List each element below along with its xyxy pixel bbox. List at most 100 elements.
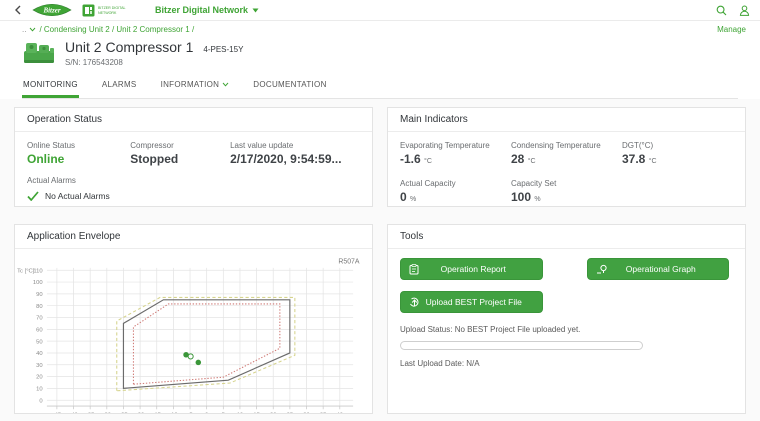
chevron-down-icon xyxy=(222,82,229,87)
field-online-status: Online Status Online xyxy=(27,141,130,166)
unit-model: 4-PES-15Y xyxy=(203,45,243,54)
chevron-down-icon xyxy=(252,8,259,13)
indicator-value: 28 xyxy=(511,152,524,166)
svg-text:40: 40 xyxy=(337,413,344,414)
panel-title: Application Envelope xyxy=(15,225,372,249)
main-indicators-panel: Main Indicators Evaporating Temperature … xyxy=(387,107,746,207)
svg-text:30: 30 xyxy=(303,413,310,414)
indicator-value: 0 xyxy=(400,190,407,204)
indicator-unit: % xyxy=(410,196,416,203)
compressor-value: Stopped xyxy=(130,152,230,166)
svg-text:25: 25 xyxy=(287,413,293,414)
svg-text:100: 100 xyxy=(33,280,43,286)
svg-text:0: 0 xyxy=(205,413,209,414)
field-last-update: Last value update 2/17/2020, 9:54:59... xyxy=(230,141,360,166)
svg-text:-30: -30 xyxy=(103,413,112,414)
application-envelope-panel: Application Envelope 0102030405060708090… xyxy=(14,224,373,414)
check-icon xyxy=(27,191,39,201)
app-title: Bitzer Digital Network xyxy=(155,5,248,15)
svg-text:50: 50 xyxy=(36,339,43,345)
svg-text:-25: -25 xyxy=(119,413,127,414)
svg-text:80: 80 xyxy=(36,304,43,310)
svg-text:BITZER DIGITAL: BITZER DIGITAL xyxy=(98,6,126,10)
chevron-down-icon xyxy=(29,27,36,32)
operation-report-button[interactable]: Operation Report xyxy=(400,258,543,280)
svg-text:Tc [°C]: Tc [°C] xyxy=(17,268,35,274)
unit-serial: S/N: 176543208 xyxy=(65,58,243,67)
indicator-dgt: DGT(°C) 37.8 °C xyxy=(622,141,733,166)
svg-text:10: 10 xyxy=(237,413,244,414)
panel-title: Tools xyxy=(388,225,745,249)
last-update-value: 2/17/2020, 9:54:59... xyxy=(230,152,360,166)
svg-text:40: 40 xyxy=(36,351,43,357)
svg-text:60: 60 xyxy=(36,327,43,333)
svg-text:Bitzer: Bitzer xyxy=(42,7,60,15)
svg-text:-35: -35 xyxy=(86,413,94,414)
indicator-unit: °C xyxy=(424,158,432,165)
svg-text:70: 70 xyxy=(36,316,43,322)
main-content: Operation Status Online Status Online Co… xyxy=(0,99,760,421)
svg-text:-45: -45 xyxy=(53,413,61,414)
svg-text:5: 5 xyxy=(222,413,225,414)
svg-text:0: 0 xyxy=(39,398,43,404)
manage-link[interactable]: Manage xyxy=(717,25,746,34)
bdn-logo: BITZER DIGITAL NETWORK xyxy=(82,4,131,17)
svg-text:20: 20 xyxy=(270,413,277,414)
svg-text:110: 110 xyxy=(33,268,43,274)
svg-text:-15: -15 xyxy=(153,413,161,414)
indicator-value: 37.8 xyxy=(622,152,645,166)
svg-text:10: 10 xyxy=(36,387,43,393)
indicator-unit: °C xyxy=(649,158,657,165)
page-header: .. / Condensing Unit 2 / Unit 2 Compress… xyxy=(0,21,760,99)
report-icon xyxy=(409,264,419,275)
upload-best-project-file-button[interactable]: Upload BEST Project File xyxy=(400,291,543,313)
application-envelope-chart: 0102030405060708090100110-45-40-35-30-25… xyxy=(15,253,368,414)
bdn-logo-icon xyxy=(82,4,95,17)
indicator-condensing-temperature: Condensing Temperature 28 °C xyxy=(511,141,622,166)
tab-alarms[interactable]: ALARMS xyxy=(101,77,138,98)
field-compressor: Compressor Stopped xyxy=(130,141,230,166)
indicator-unit: °C xyxy=(528,158,536,165)
tab-monitoring[interactable]: MONITORING xyxy=(22,77,79,98)
page-title: Unit 2 Compressor 1 xyxy=(65,39,193,55)
app-title-menu[interactable]: Bitzer Digital Network xyxy=(155,5,259,15)
operational-graph-button[interactable]: Operational Graph xyxy=(587,258,730,280)
breadcrumb[interactable]: .. / Condensing Unit 2 / Unit 2 Compress… xyxy=(22,25,194,34)
graph-icon xyxy=(596,264,608,275)
upload-icon xyxy=(409,297,420,308)
actual-alarms-value: No Actual Alarms xyxy=(45,191,110,201)
svg-text:-10: -10 xyxy=(169,413,178,414)
svg-text:-40: -40 xyxy=(69,413,78,414)
back-button[interactable] xyxy=(10,5,26,15)
indicator-capacity-set: Capacity Set 100 % xyxy=(511,179,622,204)
svg-text:15: 15 xyxy=(253,413,259,414)
compressor-image xyxy=(22,39,56,67)
tools-panel: Tools Operation Report xyxy=(387,224,746,414)
upload-status-text: Upload Status: No BEST Project File uplo… xyxy=(400,325,733,334)
panel-title: Operation Status xyxy=(15,108,372,132)
chevron-left-icon xyxy=(14,5,22,15)
breadcrumb-path[interactable]: / Condensing Unit 2 / Unit 2 Compressor … xyxy=(39,25,194,34)
svg-text:20: 20 xyxy=(36,375,43,381)
search-icon[interactable] xyxy=(716,5,727,16)
bitzer-logo: Bitzer xyxy=(32,2,72,18)
svg-text:-5: -5 xyxy=(187,413,192,414)
bdn-logo-text: BITZER DIGITAL NETWORK xyxy=(97,4,131,16)
svg-text:R507A: R507A xyxy=(338,259,360,266)
indicator-value: 100 xyxy=(511,190,531,204)
indicator-actual-capacity: Actual Capacity 0 % xyxy=(400,179,511,204)
svg-text:NETWORK: NETWORK xyxy=(98,11,117,15)
last-upload-date-text: Last Upload Date: N/A xyxy=(400,359,733,368)
tab-information[interactable]: INFORMATION xyxy=(160,77,231,98)
svg-text:35: 35 xyxy=(320,413,326,414)
upload-progress-bar xyxy=(400,341,643,350)
breadcrumb-collapsed[interactable]: .. xyxy=(22,25,26,34)
indicator-evaporating-temperature: Evaporating Temperature -1.6 °C xyxy=(400,141,511,166)
svg-text:-20: -20 xyxy=(136,413,145,414)
user-icon[interactable] xyxy=(739,5,750,16)
field-actual-alarms: Actual Alarms No Actual Alarms xyxy=(27,176,360,201)
tab-documentation[interactable]: DOCUMENTATION xyxy=(252,77,327,98)
svg-text:30: 30 xyxy=(36,363,43,369)
top-bar: Bitzer BITZER DIGITAL NETWORK Bitzer Dig… xyxy=(0,0,760,21)
operation-status-panel: Operation Status Online Status Online Co… xyxy=(14,107,373,207)
